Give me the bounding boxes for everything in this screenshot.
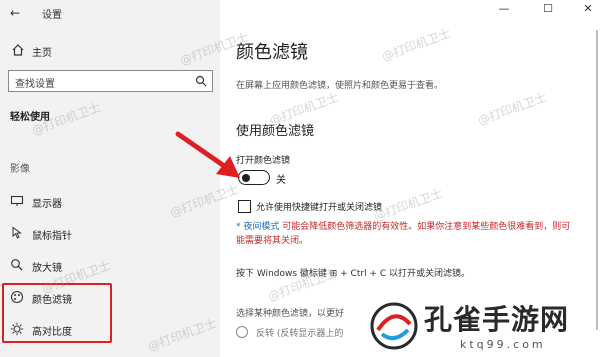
toggle-state-label: 关 xyxy=(276,175,286,186)
logo-icon xyxy=(370,302,418,350)
sidebar-item-label: 鼠标指针 xyxy=(32,231,72,242)
magnifier-icon xyxy=(11,259,23,271)
sidebar-item-label: 显示器 xyxy=(32,199,62,210)
shortcut-hint: 按下 Windows 徽标键 ⊞ + Ctrl + C 以打开或关闭滤镜。 xyxy=(236,269,470,279)
search-input[interactable]: 查找设置 xyxy=(8,70,213,92)
search-placeholder: 查找设置 xyxy=(15,79,55,90)
site-logo: 孔雀手游网 ktq99.com xyxy=(360,290,600,357)
app-title: 设置 xyxy=(42,10,62,21)
sidebar-item-label: 主页 xyxy=(32,48,52,59)
home-icon xyxy=(12,44,24,56)
invert-radio[interactable] xyxy=(236,326,248,338)
subsection-label: 影像 xyxy=(10,164,30,175)
scrollbar[interactable] xyxy=(596,30,598,330)
sidebar-item-mouse-pointer[interactable]: 鼠标指针 xyxy=(0,220,220,246)
mouse-pointer-icon xyxy=(12,226,22,239)
back-arrow-icon[interactable]: ← xyxy=(10,6,20,20)
search-icon xyxy=(195,75,207,87)
sidebar-item-label: 放大镜 xyxy=(32,263,62,274)
note-text: 可能会降低颜色筛选器的有效性。如果你注意到某些颜色很难看到，则可能需要将其关闭。 xyxy=(236,222,571,246)
logo-subtext: ktq99.com xyxy=(460,338,546,351)
page-description: 在屏幕上应用颜色滤镜，使照片和颜色更易于查看。 xyxy=(236,81,444,91)
checkbox-label: 允许使用快捷键打开或关闭滤镜 xyxy=(256,203,383,213)
logo-text: 孔雀手游网 xyxy=(424,303,570,336)
radio-label: 反转 (反转显示器上的 xyxy=(256,329,344,339)
night-mode-link[interactable]: * 夜间模式 xyxy=(236,222,279,232)
annotation-arrow-icon xyxy=(175,131,240,178)
filter-select-label: 选择某种颜色滤镜，以更好 xyxy=(236,309,345,319)
shortcut-checkbox[interactable] xyxy=(238,200,251,213)
monitor-icon xyxy=(10,195,24,206)
night-mode-note: * 夜间模式 可能会降低颜色筛选器的有效性。如果你注意到某些颜色很难看到，则可能… xyxy=(236,220,576,248)
